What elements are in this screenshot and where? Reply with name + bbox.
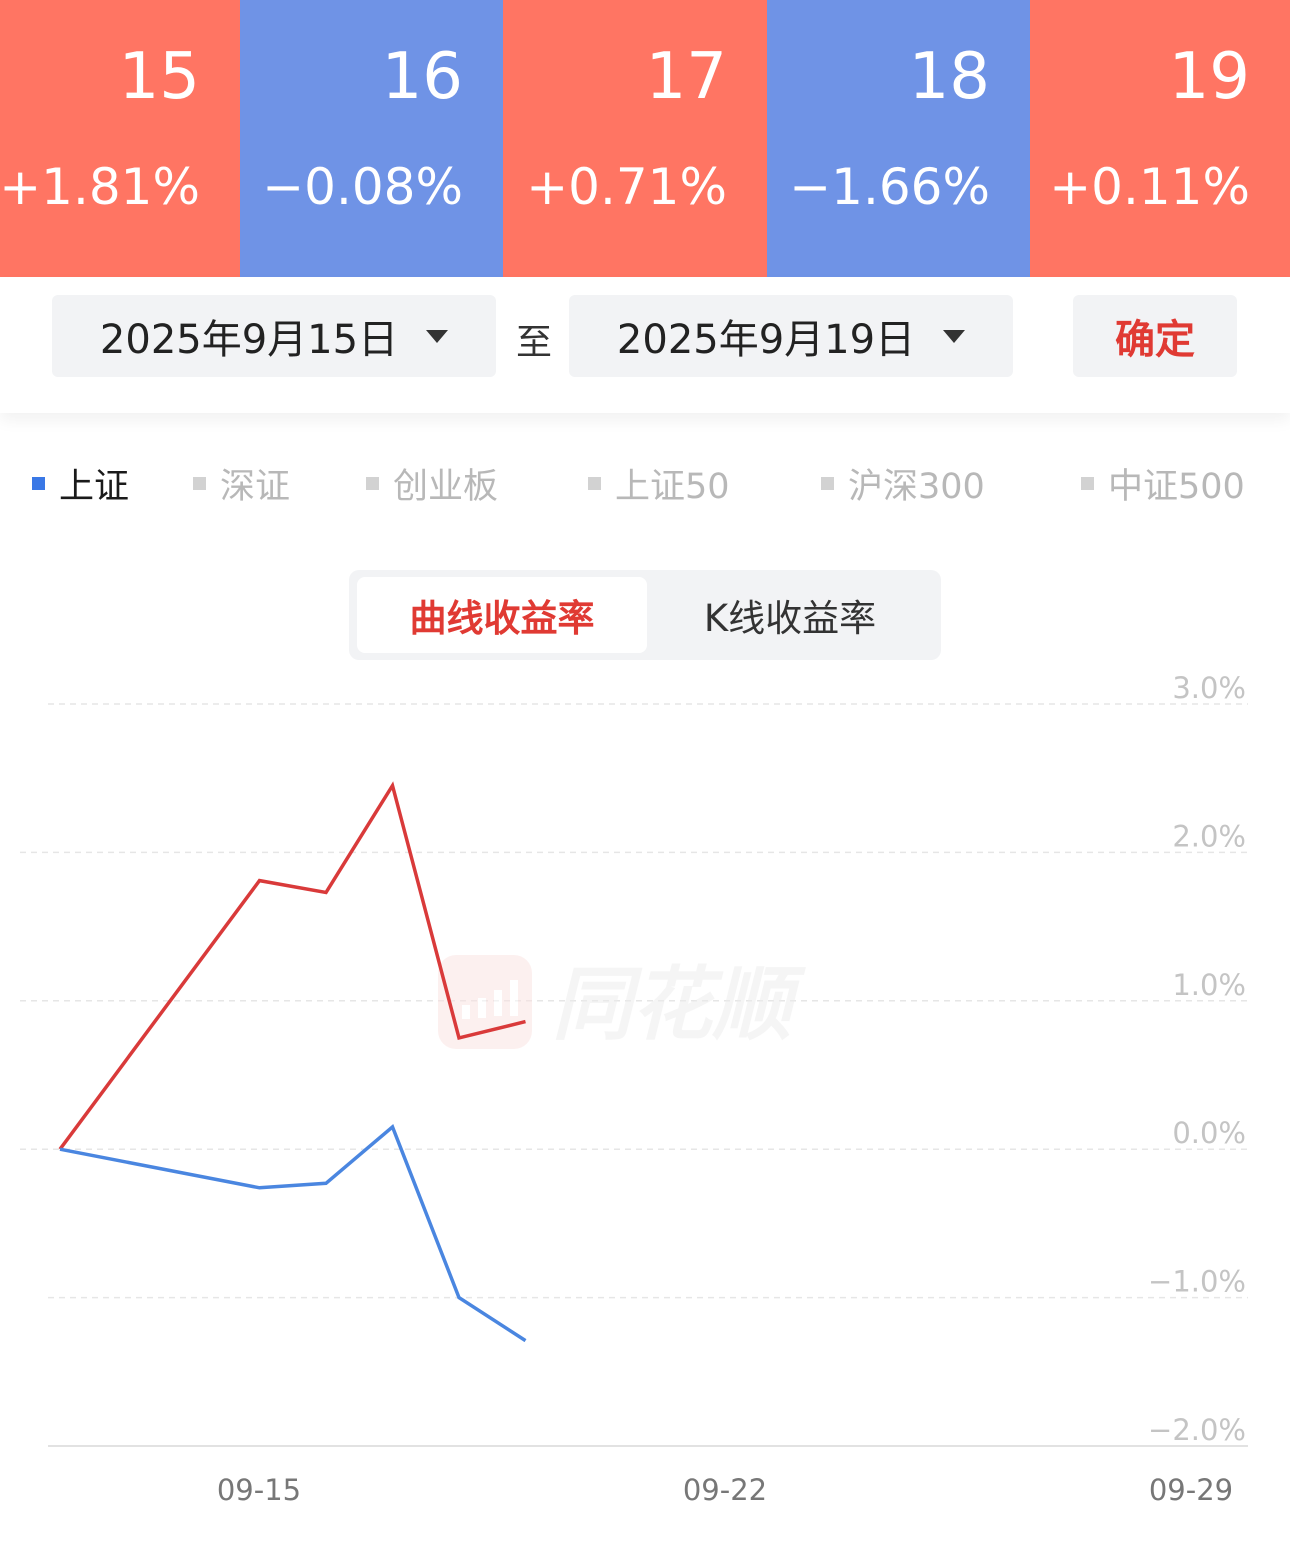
index-label: 沪深300 bbox=[848, 466, 985, 507]
end-date-select[interactable]: 2025年9月19日 bbox=[569, 295, 1013, 377]
y-tick-label: 1.0% bbox=[1172, 968, 1246, 1002]
series-line-2 bbox=[59, 1123, 527, 1343]
legend-square-icon bbox=[588, 476, 601, 490]
index-label: 上证50 bbox=[615, 466, 730, 507]
dropdown-arrow-icon bbox=[426, 329, 449, 343]
day-change: +0.71% bbox=[526, 158, 727, 216]
day-number: 17 bbox=[645, 40, 727, 114]
range-separator: 至 bbox=[516, 322, 553, 363]
grid-lines bbox=[20, 703, 1248, 1447]
x-axis-labels: 09-15 09-22 09-29 bbox=[217, 1473, 1233, 1507]
watermark-text: 同花顺 bbox=[552, 958, 806, 1051]
dropdown-arrow-icon bbox=[943, 329, 966, 343]
index-tab-csi300[interactable]: 沪深300 bbox=[821, 455, 985, 511]
y-tick-label: −2.0% bbox=[1148, 1413, 1246, 1447]
y-tick-label: 3.0% bbox=[1172, 671, 1246, 705]
return-chart: 同花顺 3.0% 2.0% 1.0% 0.0% −1.0% −2.0% 09-15 09-2… bbox=[20, 671, 1248, 1507]
legend-square-icon bbox=[1081, 476, 1094, 490]
start-date-select[interactable]: 2025年9月15日 bbox=[52, 295, 496, 377]
index-selector: 上证 深证 创业板 上证50 沪深300 中证500 bbox=[0, 455, 1290, 511]
x-tick-label: 09-15 bbox=[217, 1473, 301, 1507]
day-tile-18[interactable]: 18 −1.66% bbox=[767, 0, 1030, 277]
chart-type-toggle: 曲线收益率 K线收益率 bbox=[349, 570, 941, 660]
index-label: 上证 bbox=[59, 466, 130, 507]
legend-square-icon bbox=[366, 476, 379, 490]
series-lines bbox=[58, 781, 527, 1343]
day-change: −0.08% bbox=[262, 158, 463, 216]
index-label: 中证500 bbox=[1108, 466, 1245, 507]
index-tab-csi500[interactable]: 中证500 bbox=[1081, 455, 1245, 511]
index-label: 深证 bbox=[220, 466, 291, 507]
legend-square-icon bbox=[193, 476, 206, 490]
date-range-bar: 2025年9月15日 至 2025年9月19日 确定 bbox=[0, 277, 1290, 413]
y-tick-label: −1.0% bbox=[1148, 1265, 1246, 1299]
day-tile-15[interactable]: 15 +1.81% bbox=[0, 0, 240, 277]
index-tab-sse50[interactable]: 上证50 bbox=[588, 455, 730, 511]
index-label: 创业板 bbox=[393, 466, 499, 507]
day-tile-19[interactable]: 19 +0.11% bbox=[1030, 0, 1290, 277]
start-date-value: 2025年9月15日 bbox=[99, 317, 399, 363]
curve-return-tab[interactable]: 曲线收益率 bbox=[357, 577, 647, 653]
y-tick-label: 0.0% bbox=[1172, 1116, 1246, 1150]
y-axis-labels: 3.0% 2.0% 1.0% 0.0% −1.0% −2.0% bbox=[1148, 671, 1246, 1447]
legend-square-icon bbox=[821, 476, 834, 490]
index-tab-shanghai[interactable]: 上证 bbox=[32, 455, 129, 511]
day-change: +0.11% bbox=[1049, 158, 1250, 216]
day-number: 19 bbox=[1168, 40, 1250, 114]
day-tile-17[interactable]: 17 +0.71% bbox=[503, 0, 767, 277]
day-number: 18 bbox=[908, 40, 990, 114]
index-tab-shenzhen[interactable]: 深证 bbox=[193, 455, 290, 511]
day-change: −1.66% bbox=[789, 158, 990, 216]
daily-change-strip: 15 +1.81% 16 −0.08% 17 +0.71% 18 −1.66% … bbox=[0, 0, 1290, 277]
x-tick-label: 09-22 bbox=[683, 1473, 767, 1507]
day-tile-16[interactable]: 16 −0.08% bbox=[240, 0, 503, 277]
day-number: 16 bbox=[381, 40, 463, 114]
day-change: +1.81% bbox=[0, 158, 200, 216]
confirm-button[interactable]: 确定 bbox=[1073, 295, 1237, 377]
end-date-value: 2025年9月19日 bbox=[616, 317, 916, 363]
x-tick-label: 09-29 bbox=[1149, 1473, 1233, 1507]
kline-return-tab[interactable]: K线收益率 bbox=[647, 577, 933, 653]
watermark: 同花顺 bbox=[438, 955, 806, 1051]
index-tab-chinext[interactable]: 创业板 bbox=[366, 455, 498, 511]
y-tick-label: 2.0% bbox=[1172, 819, 1246, 853]
day-number: 15 bbox=[118, 40, 200, 114]
legend-square-icon bbox=[32, 476, 45, 490]
